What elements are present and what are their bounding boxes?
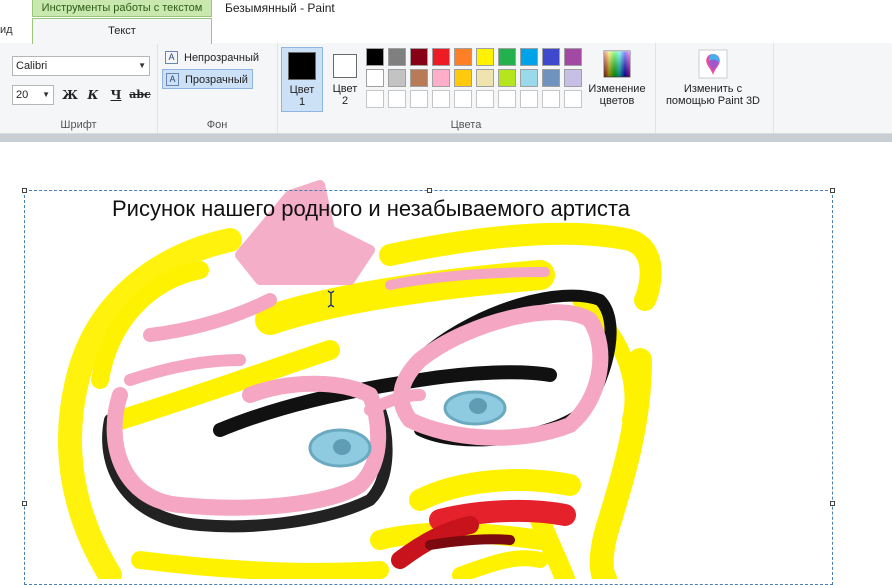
chevron-down-icon: ▼ bbox=[138, 61, 146, 70]
background-group-label: Фон bbox=[206, 119, 228, 131]
strikethrough-button[interactable]: abc bbox=[128, 85, 152, 105]
font-group: Calibri ▼ 20 ▼ Ж К Ч abc Шрифт bbox=[0, 43, 158, 133]
chevron-down-icon: ▼ bbox=[42, 90, 50, 99]
palette-swatch[interactable] bbox=[564, 48, 582, 66]
underline-button[interactable]: Ч bbox=[106, 85, 126, 105]
contextual-tab-header: Инструменты работы с текстом bbox=[32, 0, 212, 17]
palette-swatch[interactable] bbox=[388, 90, 406, 108]
transparent-option[interactable]: A Прозрачный bbox=[162, 69, 253, 89]
tab-view-partial[interactable]: ид bbox=[0, 18, 18, 42]
color2-swatch bbox=[333, 54, 357, 78]
font-group-label: Шрифт bbox=[60, 119, 97, 131]
palette-swatch[interactable] bbox=[366, 48, 384, 66]
palette-swatch[interactable] bbox=[520, 48, 538, 66]
font-size-select[interactable]: 20 ▼ bbox=[12, 85, 54, 105]
color1-label: Цвет 1 bbox=[289, 84, 315, 108]
palette-swatch[interactable] bbox=[410, 48, 428, 66]
palette-swatch[interactable] bbox=[542, 69, 560, 87]
text-cursor-icon bbox=[327, 290, 335, 308]
palette-swatch[interactable] bbox=[498, 48, 516, 66]
paint3d-icon bbox=[698, 49, 728, 79]
window-title: Безымянный - Paint bbox=[225, 1, 335, 15]
palette-swatch[interactable] bbox=[542, 90, 560, 108]
palette-swatch[interactable] bbox=[498, 90, 516, 108]
opaque-label: Непрозрачный bbox=[184, 52, 260, 64]
palette-swatch[interactable] bbox=[564, 69, 582, 87]
colors-group-label: Цвета bbox=[450, 119, 482, 131]
palette-swatch[interactable] bbox=[410, 69, 428, 87]
palette-swatch[interactable] bbox=[454, 90, 472, 108]
opaque-option[interactable]: A Непрозрачный bbox=[162, 48, 263, 68]
color1-swatch bbox=[288, 52, 316, 80]
bold-button[interactable]: Ж bbox=[60, 85, 80, 105]
palette-swatch[interactable] bbox=[388, 48, 406, 66]
edit-colors-button[interactable]: Изменение цветов bbox=[584, 47, 650, 107]
ribbon: Calibri ▼ 20 ▼ Ж К Ч abc Шрифт Фон A Неп… bbox=[0, 43, 892, 134]
paint3d-label: Изменить с помощью Paint 3D bbox=[665, 83, 761, 107]
color1-button[interactable]: Цвет 1 bbox=[281, 47, 323, 112]
rainbow-palette-icon bbox=[602, 49, 632, 79]
palette-swatch[interactable] bbox=[520, 69, 538, 87]
palette-swatch[interactable] bbox=[542, 48, 560, 66]
palette-swatch[interactable] bbox=[476, 90, 494, 108]
palette-swatch[interactable] bbox=[476, 69, 494, 87]
font-family-value: Calibri bbox=[16, 60, 48, 72]
palette-swatch[interactable] bbox=[476, 48, 494, 66]
palette-swatch[interactable] bbox=[498, 69, 516, 87]
opaque-background-icon: A bbox=[165, 51, 178, 64]
palette-swatch[interactable] bbox=[432, 69, 450, 87]
palette-swatch[interactable] bbox=[366, 69, 384, 87]
palette-swatch[interactable] bbox=[366, 90, 384, 108]
color2-label: Цвет 2 bbox=[332, 83, 358, 107]
palette-swatch[interactable] bbox=[432, 90, 450, 108]
transparent-background-icon: A bbox=[166, 73, 179, 86]
palette-swatch[interactable] bbox=[454, 69, 472, 87]
workspace-gutter bbox=[0, 134, 892, 142]
palette-swatch[interactable] bbox=[432, 48, 450, 66]
palette-swatch[interactable] bbox=[564, 90, 582, 108]
font-size-value: 20 bbox=[16, 89, 29, 101]
italic-button[interactable]: К bbox=[83, 85, 103, 105]
edit-colors-label: Изменение цветов bbox=[588, 83, 646, 107]
palette-swatch[interactable] bbox=[454, 48, 472, 66]
edit-with-paint3d-button[interactable]: Изменить с помощью Paint 3D bbox=[660, 47, 766, 107]
color2-button[interactable]: Цвет 2 bbox=[324, 47, 366, 112]
canvas-text-box[interactable]: Рисунок нашего родного и незабываемого а… bbox=[112, 196, 630, 222]
tab-text[interactable]: Текст bbox=[32, 18, 212, 44]
font-family-select[interactable]: Calibri ▼ bbox=[12, 56, 150, 76]
palette-swatch[interactable] bbox=[388, 69, 406, 87]
transparent-label: Прозрачный bbox=[185, 74, 248, 86]
palette-swatch[interactable] bbox=[410, 90, 428, 108]
palette-swatch[interactable] bbox=[520, 90, 538, 108]
